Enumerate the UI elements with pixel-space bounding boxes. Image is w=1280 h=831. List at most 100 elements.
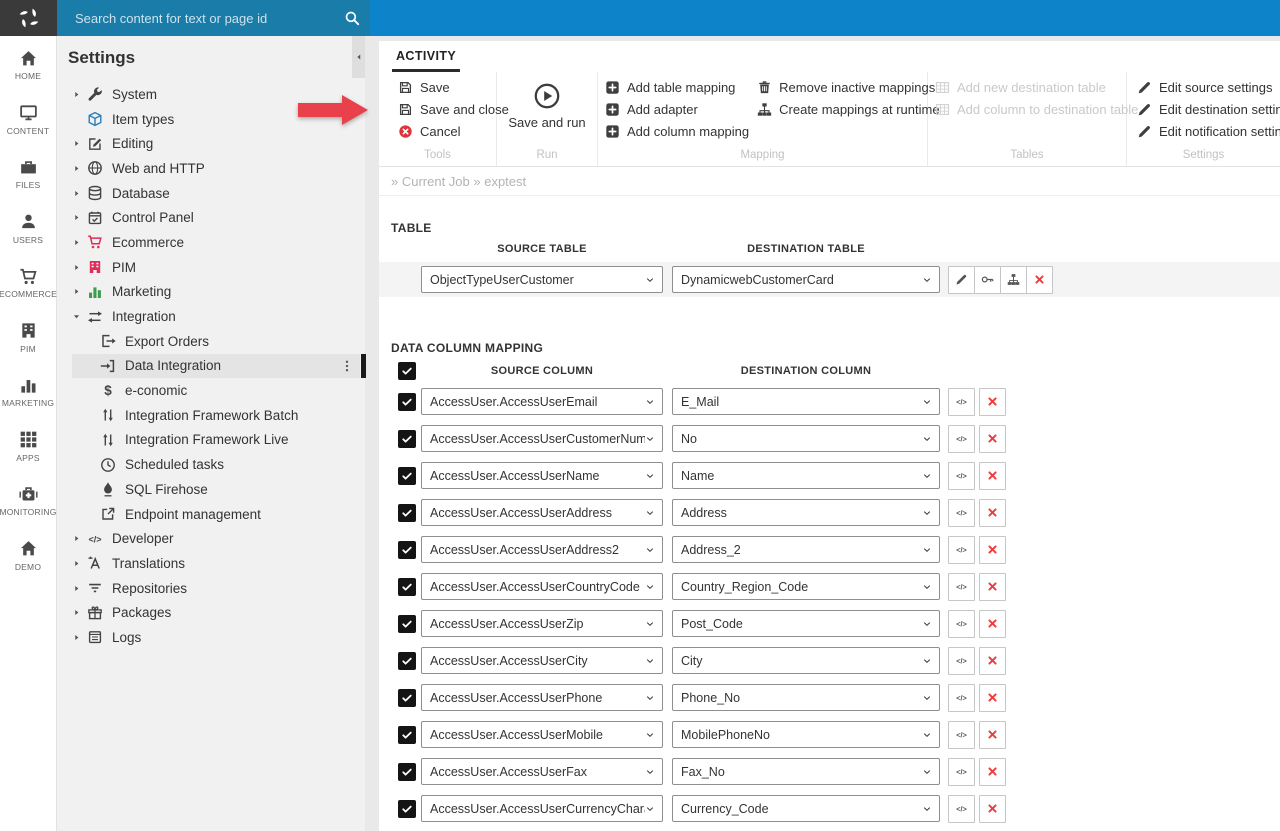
sidebar-item-pim[interactable]: PIM — [72, 255, 360, 280]
tree-caret[interactable] — [72, 608, 87, 618]
source-column-select[interactable]: AccessUser.AccessUserAddress — [421, 499, 663, 526]
destination-column-select[interactable]: Phone_No — [672, 684, 940, 711]
sidebar-collapse-handle[interactable] — [352, 36, 365, 78]
row-checkbox[interactable] — [398, 504, 416, 522]
tree-caret[interactable] — [72, 632, 87, 642]
remove-row-button[interactable] — [979, 610, 1006, 638]
sidebar-item-export-orders[interactable]: Export Orders — [72, 329, 360, 354]
destination-column-select[interactable]: Address — [672, 499, 940, 526]
add-adapter-button[interactable]: Add adapter — [605, 98, 749, 120]
edit-script-button[interactable] — [948, 684, 975, 712]
tree-caret[interactable] — [85, 386, 100, 396]
remove-row-button[interactable] — [979, 536, 1006, 564]
edit-script-button[interactable] — [948, 647, 975, 675]
source-column-select[interactable]: AccessUser.AccessUserCity — [421, 647, 663, 674]
rail-item-users[interactable]: USERS — [0, 212, 56, 267]
tree-caret[interactable] — [72, 89, 87, 99]
tree-caret[interactable] — [72, 114, 87, 124]
rail-item-demo[interactable]: DEMO — [0, 539, 56, 594]
row-checkbox[interactable] — [398, 615, 416, 633]
sidebar-item-repositories[interactable]: Repositories — [72, 576, 360, 601]
remove-row-button[interactable] — [979, 462, 1006, 490]
edit-script-button[interactable] — [948, 758, 975, 786]
create-mappings-at-runtime-button[interactable]: Create mappings at runtime — [757, 98, 939, 120]
sidebar-item-e-conomic[interactable]: e-conomic — [72, 378, 360, 403]
tree-caret[interactable] — [85, 410, 100, 420]
remove-table-mapping-button[interactable] — [1026, 266, 1053, 294]
key-settings-button[interactable] — [974, 266, 1001, 294]
remove-row-button[interactable] — [979, 758, 1006, 786]
sidebar-item-database[interactable]: Database — [72, 181, 360, 206]
destination-column-select[interactable]: Address_2 — [672, 536, 940, 563]
edit-script-button[interactable] — [948, 573, 975, 601]
global-search-bar[interactable] — [57, 0, 370, 36]
sidebar-item-integration-framework-live[interactable]: Integration Framework Live — [72, 428, 360, 453]
remove-row-button[interactable] — [979, 684, 1006, 712]
tree-caret[interactable] — [72, 163, 87, 173]
sidebar-item-web-and-http[interactable]: Web and HTTP — [72, 156, 360, 181]
tree-caret[interactable] — [72, 262, 87, 272]
rail-item-home[interactable]: HOME — [0, 48, 56, 103]
rail-item-ecommerce[interactable]: ECOMMERCE — [0, 266, 56, 321]
sidebar-item-control-panel[interactable]: Control Panel — [72, 205, 360, 230]
tree-caret[interactable] — [72, 139, 87, 149]
destination-column-select[interactable]: MobilePhoneNo — [672, 721, 940, 748]
remove-row-button[interactable] — [979, 721, 1006, 749]
sidebar-item-endpoint-management[interactable]: Endpoint management — [72, 502, 360, 527]
remove-row-button[interactable] — [979, 425, 1006, 453]
remove-inactive-mappings-button[interactable]: Remove inactive mappings — [757, 76, 939, 98]
sidebar-item-integration[interactable]: Integration — [72, 304, 360, 329]
tree-caret[interactable] — [72, 534, 87, 544]
row-checkbox[interactable] — [398, 430, 416, 448]
sidebar-item-data-integration[interactable]: Data Integration — [72, 354, 360, 379]
row-checkbox[interactable] — [398, 800, 416, 818]
rail-item-files[interactable]: FILES — [0, 157, 56, 212]
tree-caret[interactable] — [72, 312, 87, 322]
search-input[interactable] — [57, 11, 344, 26]
edit-source-settings-button[interactable]: Edit source settings — [1137, 76, 1280, 98]
source-column-select[interactable]: AccessUser.AccessUserZip — [421, 610, 663, 637]
sidebar-item-logs[interactable]: Logs — [72, 625, 360, 650]
edit-script-button[interactable] — [948, 462, 975, 490]
sidebar-item-marketing[interactable]: Marketing — [72, 280, 360, 305]
tree-caret[interactable] — [72, 558, 87, 568]
column-mappings-button[interactable] — [1000, 266, 1027, 294]
edit-script-button[interactable] — [948, 388, 975, 416]
add-column-mapping-button[interactable]: Add column mapping — [605, 120, 749, 142]
edit-notification-settings-button[interactable]: Edit notification settings — [1137, 120, 1280, 142]
row-checkbox[interactable] — [398, 726, 416, 744]
tree-caret[interactable] — [72, 188, 87, 198]
row-checkbox[interactable] — [398, 393, 416, 411]
sidebar-item-editing[interactable]: Editing — [72, 131, 360, 156]
rail-item-content[interactable]: CONTENT — [0, 103, 56, 158]
source-column-select[interactable]: AccessUser.AccessUserCountryCode — [421, 573, 663, 600]
edit-script-button[interactable] — [948, 536, 975, 564]
rail-item-apps[interactable]: APPS — [0, 430, 56, 485]
remove-row-button[interactable] — [979, 388, 1006, 416]
sidebar-item-packages[interactable]: Packages — [72, 600, 360, 625]
row-checkbox[interactable] — [398, 541, 416, 559]
remove-row-button[interactable] — [979, 647, 1006, 675]
source-column-select[interactable]: AccessUser.AccessUserMobile — [421, 721, 663, 748]
tree-caret[interactable] — [72, 213, 87, 223]
remove-row-button[interactable] — [979, 795, 1006, 823]
rail-item-pim[interactable]: PIM — [0, 321, 56, 376]
save-and-run-button[interactable]: Save and run — [497, 72, 597, 130]
search-icon[interactable] — [344, 10, 360, 26]
edit-script-button[interactable] — [948, 721, 975, 749]
tree-caret[interactable] — [72, 287, 87, 297]
tree-caret[interactable] — [85, 509, 100, 519]
dots-vertical-icon[interactable] — [340, 359, 354, 373]
sidebar-item-sql-firehose[interactable]: SQL Firehose — [72, 477, 360, 502]
tree-caret[interactable] — [72, 237, 87, 247]
sidebar-item-ecommerce[interactable]: Ecommerce — [72, 230, 360, 255]
select-all-checkbox[interactable] — [398, 362, 416, 380]
destination-column-select[interactable]: Currency_Code — [672, 795, 940, 822]
source-column-select[interactable]: AccessUser.AccessUserName — [421, 462, 663, 489]
row-checkbox[interactable] — [398, 467, 416, 485]
tree-caret[interactable] — [85, 484, 100, 494]
edit-destination-settings-button[interactable]: Edit destination settings — [1137, 98, 1280, 120]
save-and-close-button[interactable]: Save and close — [398, 98, 509, 120]
save-button[interactable]: Save — [398, 76, 509, 98]
edit-script-button[interactable] — [948, 425, 975, 453]
